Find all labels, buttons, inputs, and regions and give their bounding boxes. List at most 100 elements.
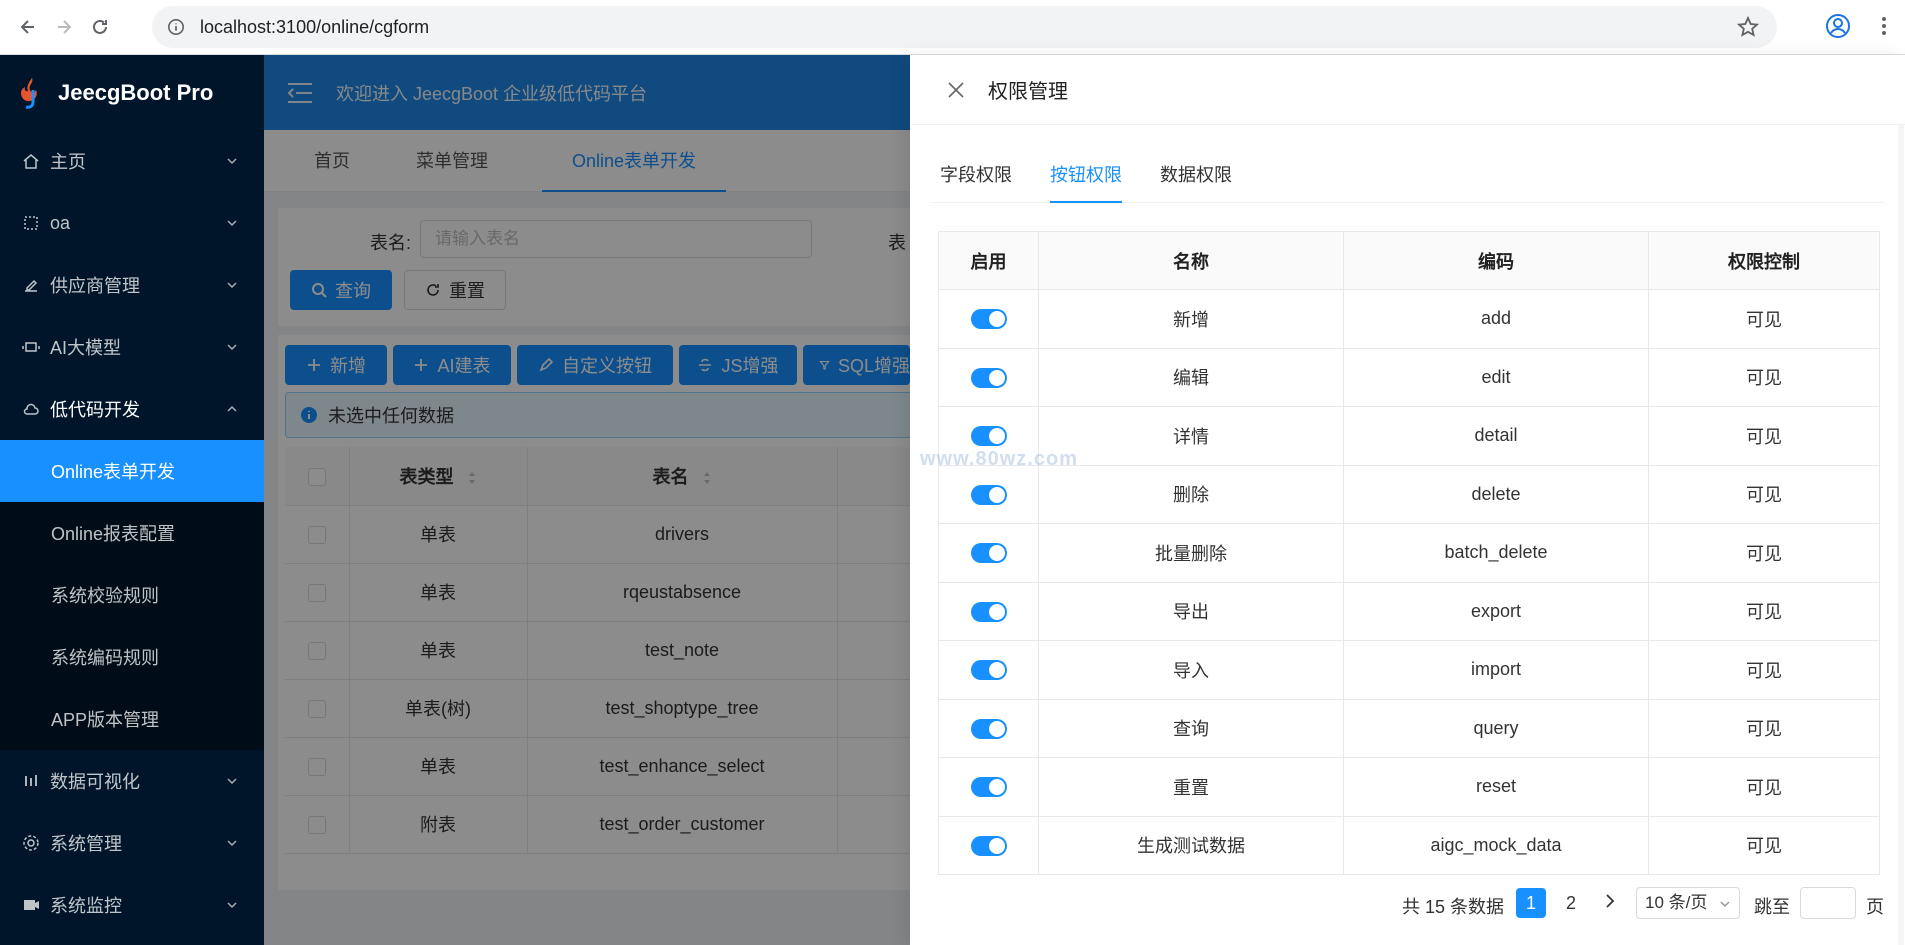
chart-icon [25, 775, 37, 786]
jump-page-input[interactable] [1800, 887, 1856, 919]
cell-control: 可见 [1648, 523, 1880, 583]
cell-control: 可见 [1648, 582, 1880, 641]
drawer-title: 权限管理 [988, 81, 1068, 103]
logo[interactable]: JeecgBoot Pro [0, 55, 264, 130]
back-icon[interactable] [10, 9, 46, 45]
sidebar-item-oa[interactable]: oa [0, 192, 264, 254]
tab-data-permission[interactable]: 数据权限 [1160, 147, 1232, 203]
enable-switch[interactable] [970, 484, 1007, 505]
sidebar-item-label: 系统监控 [50, 896, 122, 916]
cell-code: delete [1343, 465, 1649, 524]
browser-toolbar: localhost:3100/online/cgform [0, 0, 1905, 55]
submenu-lowcode: Online表单开发 Online报表配置 系统校验规则 系统编码规则 APP版… [0, 440, 264, 750]
sidebar-item-label: 低代码开发 [50, 400, 140, 420]
cell-code: edit [1343, 348, 1649, 407]
sidebar-item-home[interactable]: 主页 [0, 130, 264, 192]
pagination-total: 共 15 条数据 [1402, 897, 1505, 917]
chevron-right-icon[interactable] [1602, 893, 1618, 909]
sidebar: JeecgBoot Pro 主页 oa 供应商管理 AI大模型 低代码开发 On… [0, 55, 264, 945]
sidebar-subitem-check-rule[interactable]: 系统校验规则 [0, 564, 264, 626]
chevron-down-icon [227, 282, 237, 289]
sidebar-item-label: 供应商管理 [50, 276, 140, 296]
enable-switch[interactable] [970, 543, 1007, 564]
profile-icon[interactable] [1824, 12, 1852, 40]
enable-switch[interactable] [970, 660, 1007, 681]
sidebar-item-monitor[interactable]: 系统监控 [0, 874, 264, 936]
sidebar-item-label: AI大模型 [50, 338, 122, 358]
home-icon [23, 154, 39, 169]
perm-row: 删除 delete 可见 [938, 465, 1880, 524]
reload-icon[interactable] [82, 9, 118, 45]
edit-icon [25, 279, 38, 292]
sidebar-subitem-online-report[interactable]: Online报表配置 [0, 502, 264, 564]
cell-control: 可见 [1648, 699, 1880, 758]
forward-icon[interactable] [46, 9, 82, 45]
enable-switch[interactable] [970, 718, 1007, 739]
browser-menu-icon[interactable] [1872, 12, 1896, 40]
enable-switch[interactable] [970, 777, 1007, 798]
cell-name: 详情 [1038, 406, 1344, 466]
jump-label: 跳至 [1754, 897, 1790, 917]
enable-switch[interactable] [970, 835, 1007, 856]
cell-code: query [1343, 699, 1649, 758]
sidebar-item-system[interactable]: 系统管理 [0, 812, 264, 874]
cell-control: 可见 [1648, 289, 1880, 349]
page-size-select[interactable]: 10 条/页 [1636, 887, 1740, 919]
chevron-down-icon [227, 778, 237, 785]
page-2-button[interactable]: 2 [1556, 888, 1586, 918]
enable-switch[interactable] [970, 367, 1007, 388]
cell-code: detail [1343, 406, 1649, 466]
cell-name: 批量删除 [1038, 523, 1344, 583]
sidebar-subitem-code-rule[interactable]: 系统编码规则 [0, 626, 264, 688]
sidebar-item-label: 主页 [50, 152, 86, 172]
cell-name: 导出 [1038, 582, 1344, 641]
chevron-down-icon [227, 158, 237, 165]
url-text[interactable]: localhost:3100/online/cgform [200, 17, 429, 38]
cell-control: 可见 [1648, 816, 1880, 875]
sidebar-item-label: 数据可视化 [50, 772, 140, 792]
tab-field-permission[interactable]: 字段权限 [940, 147, 1012, 203]
tab-button-permission[interactable]: 按钮权限 [1050, 147, 1122, 203]
drawer-scrollbar[interactable] [1898, 125, 1904, 945]
chevron-down-icon [1720, 901, 1730, 908]
sidebar-subitem-app-version[interactable]: APP版本管理 [0, 688, 264, 750]
site-info-icon[interactable] [166, 17, 186, 37]
logo-icon [21, 77, 37, 109]
cell-control: 可见 [1648, 640, 1880, 700]
sidebar-item-lowcode[interactable]: 低代码开发 [0, 378, 264, 440]
cloud-icon [23, 403, 39, 415]
enable-cell [938, 582, 1039, 641]
monitor-icon [24, 900, 39, 910]
sidebar-subitem-online-form[interactable]: Online表单开发 [0, 440, 264, 502]
enable-switch[interactable] [970, 309, 1007, 330]
chevron-down-icon [227, 344, 237, 351]
column-header-name: 名称 [1038, 231, 1344, 290]
enable-switch[interactable] [970, 601, 1007, 622]
chevron-down-icon [227, 220, 237, 227]
button-permission-table: 启用 名称 编码 权限控制 新增 add 可见 编辑 edit 可见 详情 de… [938, 231, 1880, 875]
drawer-tabs: 字段权限 按钮权限 数据权限 [930, 147, 1885, 203]
enable-cell [938, 757, 1039, 817]
enable-switch[interactable] [970, 426, 1007, 447]
cell-name: 删除 [1038, 465, 1344, 524]
enable-cell [938, 348, 1039, 407]
perm-row: 查询 query 可见 [938, 699, 1880, 758]
chevron-down-icon [227, 902, 237, 909]
sidebar-item-data-vis[interactable]: 数据可视化 [0, 750, 264, 812]
sidebar-item-ai-model[interactable]: AI大模型 [0, 316, 264, 378]
sidebar-item-supplier[interactable]: 供应商管理 [0, 254, 264, 316]
logo-text: JeecgBoot Pro [58, 79, 214, 105]
address-bar[interactable]: localhost:3100/online/cgform [152, 6, 1777, 48]
page-1-button[interactable]: 1 [1516, 888, 1546, 918]
close-icon[interactable] [946, 80, 966, 100]
page-suffix: 页 [1866, 897, 1884, 917]
perm-row: 导入 import 可见 [938, 640, 1880, 700]
cell-code: reset [1343, 757, 1649, 817]
column-header-control: 权限控制 [1648, 231, 1880, 290]
drawer-mask[interactable] [264, 55, 910, 945]
bookmark-star-icon[interactable] [1736, 15, 1760, 38]
column-header-code: 编码 [1343, 231, 1649, 290]
chevron-down-icon [227, 840, 237, 847]
cell-name: 查询 [1038, 699, 1344, 758]
cell-code: aigc_mock_data [1343, 816, 1649, 875]
